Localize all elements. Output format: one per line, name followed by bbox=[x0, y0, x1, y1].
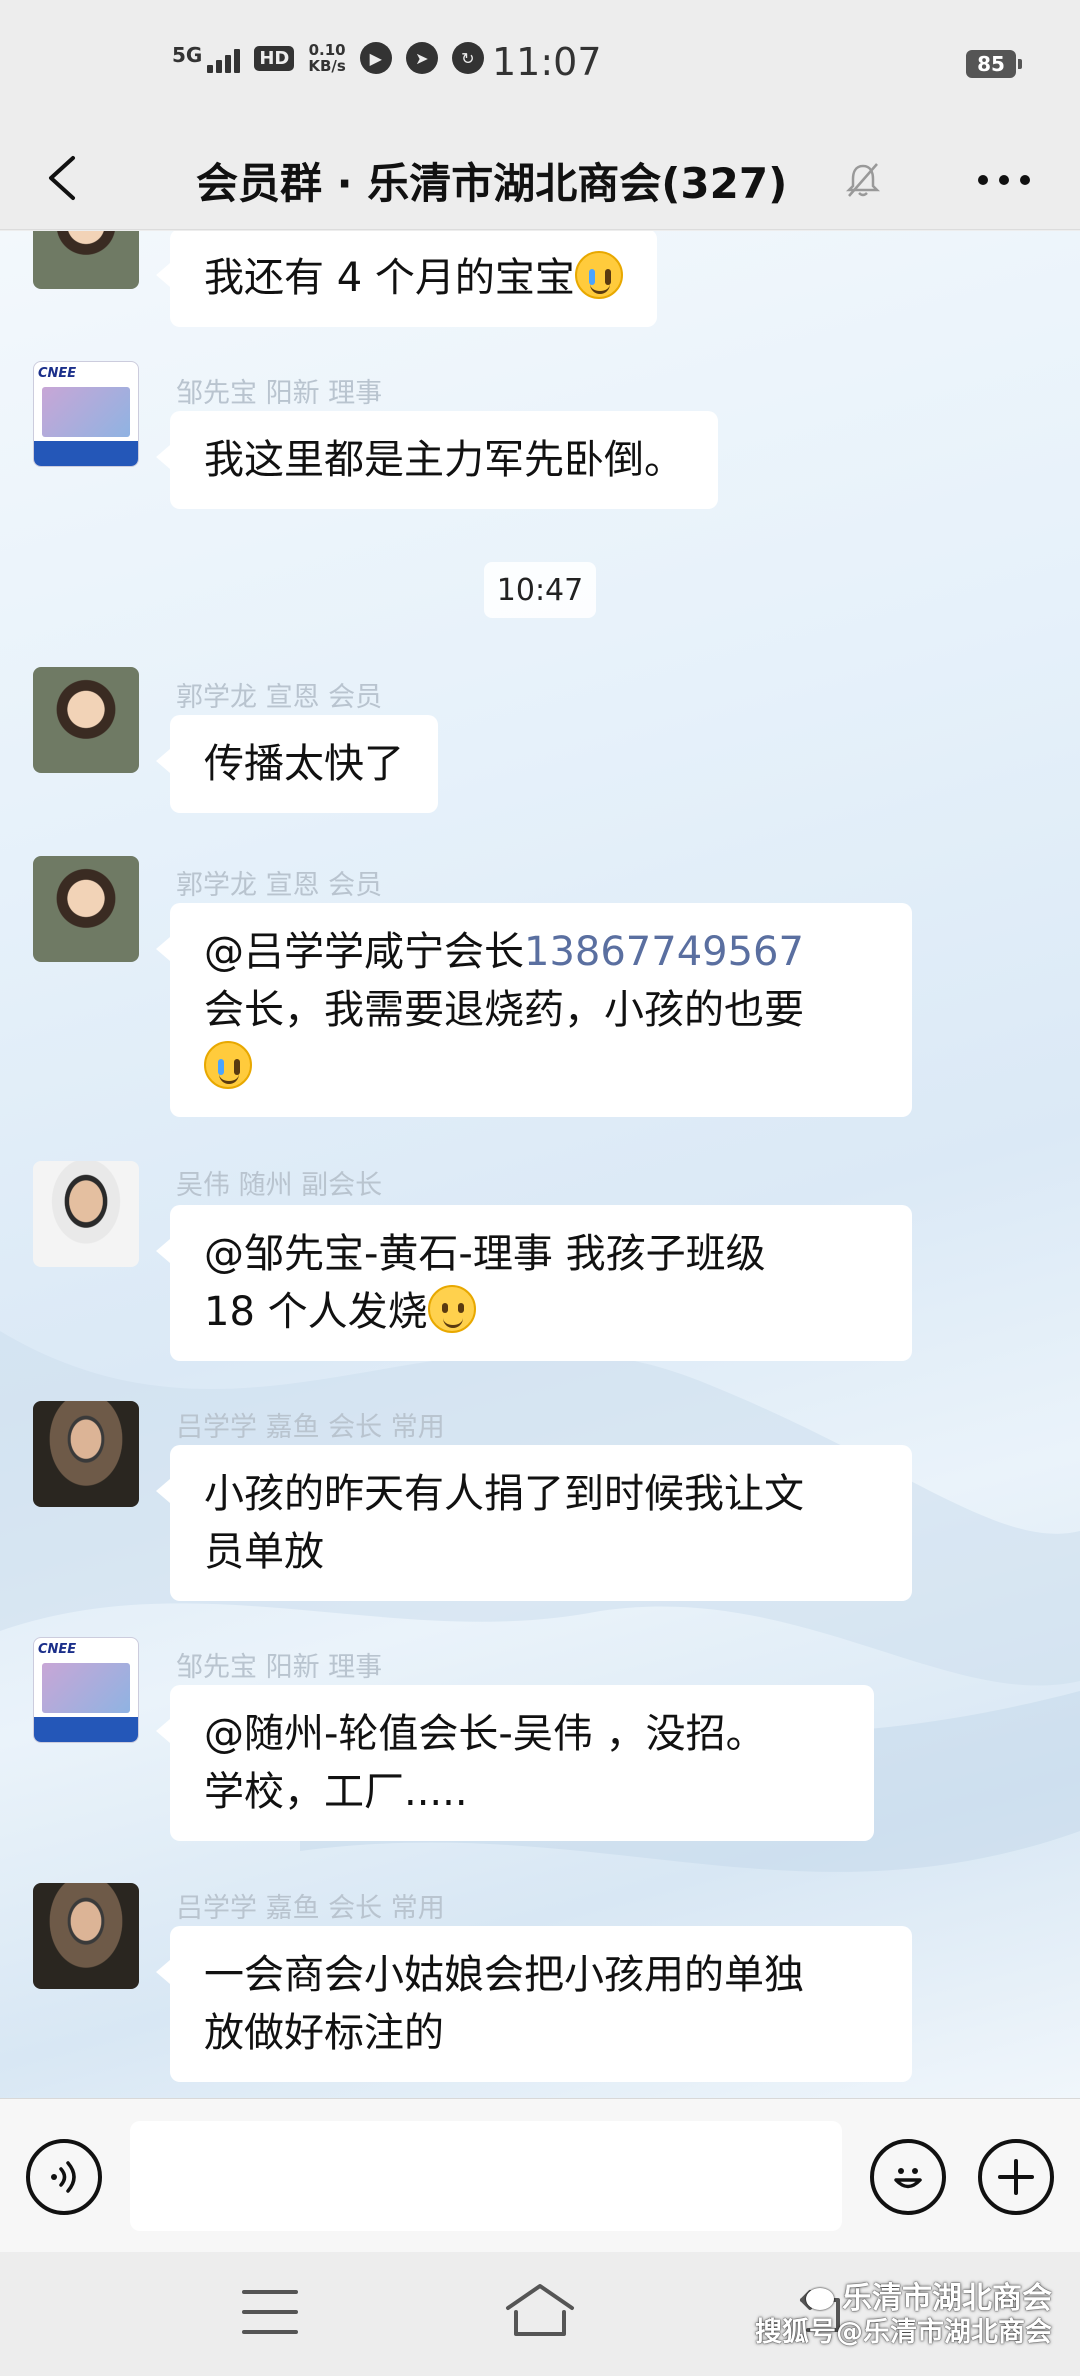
back-button[interactable] bbox=[30, 146, 94, 210]
avatar-logo-text: CNEE bbox=[38, 366, 77, 381]
message-bubble[interactable]: 传播太快了 bbox=[156, 715, 438, 813]
message-bubble[interactable]: 我还有 4 个月的宝宝 bbox=[156, 231, 657, 327]
time-divider: 10:47 bbox=[484, 562, 596, 618]
avatar-logo-text: CNEE bbox=[38, 1642, 77, 1657]
message-text: 会长，我需要退烧药，小孩的也要 bbox=[204, 987, 804, 1033]
sender-name: 郭学龙 宣恩 会员 bbox=[176, 682, 383, 713]
message-bubble[interactable]: 一会商会小姑娘会把小孩用的单独 放做好标注的 bbox=[156, 1926, 912, 2082]
more-dots-icon bbox=[978, 175, 988, 185]
message-text: 一会商会小姑娘会把小孩用的单独 bbox=[204, 1952, 804, 1998]
message-text: 18 个人发烧 bbox=[204, 1283, 878, 1341]
avatar[interactable]: CNEE bbox=[33, 361, 139, 467]
back-arrow-icon bbox=[49, 156, 75, 200]
sender-name: 郭学龙 宣恩 会员 bbox=[176, 870, 383, 901]
emoji-icon bbox=[894, 2168, 922, 2189]
status-bar: 5G HD 0.10 KB/s ▶ ➤ ↻ 11:07 85 bbox=[0, 0, 1080, 130]
mute-bell-icon bbox=[845, 163, 881, 197]
avatar[interactable] bbox=[33, 231, 139, 289]
message-text: @随州-轮值会长-吴伟 ，没招。 bbox=[204, 1711, 766, 1757]
avatar[interactable] bbox=[33, 1161, 139, 1267]
message-text: 传播太快了 bbox=[204, 741, 404, 787]
sweat-smile-emoji-icon bbox=[427, 1285, 476, 1333]
message-bubble[interactable]: 小孩的昨天有人捐了到时候我让文 员单放 bbox=[156, 1445, 912, 1601]
send-icon: ➤ bbox=[405, 42, 438, 74]
message-bubble[interactable]: @随州-轮值会长-吴伟 ，没招。 学校，工厂..... bbox=[156, 1685, 874, 1841]
menu-icon[interactable] bbox=[242, 2290, 298, 2334]
mention[interactable]: @吕学学咸宁会长 bbox=[204, 929, 524, 975]
message-text: @邹先宝-黄石-理事 我孩子班级 bbox=[204, 1231, 766, 1277]
avatar[interactable] bbox=[33, 1883, 139, 1989]
input-bar bbox=[0, 2098, 1080, 2252]
sync-icon: ↻ bbox=[451, 42, 484, 74]
sender-name: 吕学学 嘉鱼 会长 常用 bbox=[176, 1893, 445, 1924]
message-text: 放做好标注的 bbox=[204, 2010, 444, 2056]
phone-link[interactable]: 13867749567 bbox=[524, 929, 804, 975]
voice-button[interactable] bbox=[26, 2139, 102, 2215]
watermark-line1: 乐清市湖北商会 bbox=[842, 2281, 1052, 2316]
avatar[interactable]: CNEE bbox=[33, 1637, 139, 1743]
plus-button[interactable] bbox=[978, 2139, 1054, 2215]
message-bubble[interactable]: 我这里都是主力军先卧倒。 bbox=[156, 411, 718, 509]
message-text: 学校，工厂..... bbox=[204, 1769, 468, 1815]
message-text: 我还有 4 个月的宝宝 bbox=[204, 249, 623, 307]
sender-name: 吴伟 随州 副会长 bbox=[176, 1170, 383, 1201]
avatar[interactable] bbox=[33, 856, 139, 962]
battery-icon: 85 bbox=[966, 50, 1022, 78]
hd-badge: HD bbox=[254, 45, 295, 71]
crying-emoji-icon bbox=[204, 1041, 252, 1089]
message-text: 我这里都是主力军先卧倒。 bbox=[204, 437, 684, 483]
sender-name: 邹先宝 阳新 理事 bbox=[176, 378, 383, 409]
signal-icon: 5G bbox=[172, 43, 241, 73]
avatar[interactable] bbox=[33, 667, 139, 773]
network-speed: 0.10 KB/s bbox=[308, 42, 345, 74]
speed-value: 0.10 bbox=[308, 41, 346, 59]
wechat-icon bbox=[806, 2288, 834, 2310]
message-text: @吕学学咸宁会长13867749567 bbox=[204, 923, 878, 981]
chat-header: 会员群 · 乐清市湖北商会(327) bbox=[0, 130, 1080, 230]
message-input[interactable] bbox=[130, 2121, 842, 2231]
network-type: 5G bbox=[172, 43, 203, 67]
more-button[interactable] bbox=[972, 152, 1036, 208]
speed-unit: KB/s bbox=[308, 57, 346, 75]
plus-icon bbox=[998, 2159, 1034, 2195]
chat-title: 会员群 · 乐清市湖北商会(327) bbox=[196, 159, 788, 208]
play-icon: ▶ bbox=[359, 42, 392, 74]
watermark: 乐清市湖北商会 搜狐号@乐清市湖北商会 bbox=[755, 2282, 1052, 2350]
status-left: 5G HD 0.10 KB/s ▶ ➤ ↻ bbox=[172, 42, 484, 74]
voice-icon bbox=[51, 2161, 76, 2193]
watermark-line2: 搜狐号@乐清市湖北商会 bbox=[755, 2317, 1052, 2348]
message-text: 员单放 bbox=[204, 1529, 324, 1575]
message-bubble[interactable]: @吕学学咸宁会长13867749567 会长，我需要退烧药，小孩的也要 bbox=[156, 903, 912, 1117]
chat-area[interactable]: 我还有 4 个月的宝宝 CNEE 邹先宝 阳新 理事 我这里都是主力军先卧倒。 … bbox=[0, 231, 1080, 2098]
status-time: 11:07 bbox=[492, 40, 602, 84]
message-text: 小孩的昨天有人捐了到时候我让文 bbox=[204, 1471, 804, 1517]
emoji-button[interactable] bbox=[870, 2139, 946, 2215]
laughing-tears-emoji-icon bbox=[574, 251, 623, 299]
message-bubble[interactable]: @邹先宝-黄石-理事 我孩子班级 18 个人发烧 bbox=[156, 1205, 912, 1361]
sender-name: 吕学学 嘉鱼 会长 常用 bbox=[176, 1412, 445, 1443]
home-icon[interactable] bbox=[502, 2280, 578, 2340]
avatar[interactable] bbox=[33, 1401, 139, 1507]
sender-name: 邹先宝 阳新 理事 bbox=[176, 1652, 383, 1683]
